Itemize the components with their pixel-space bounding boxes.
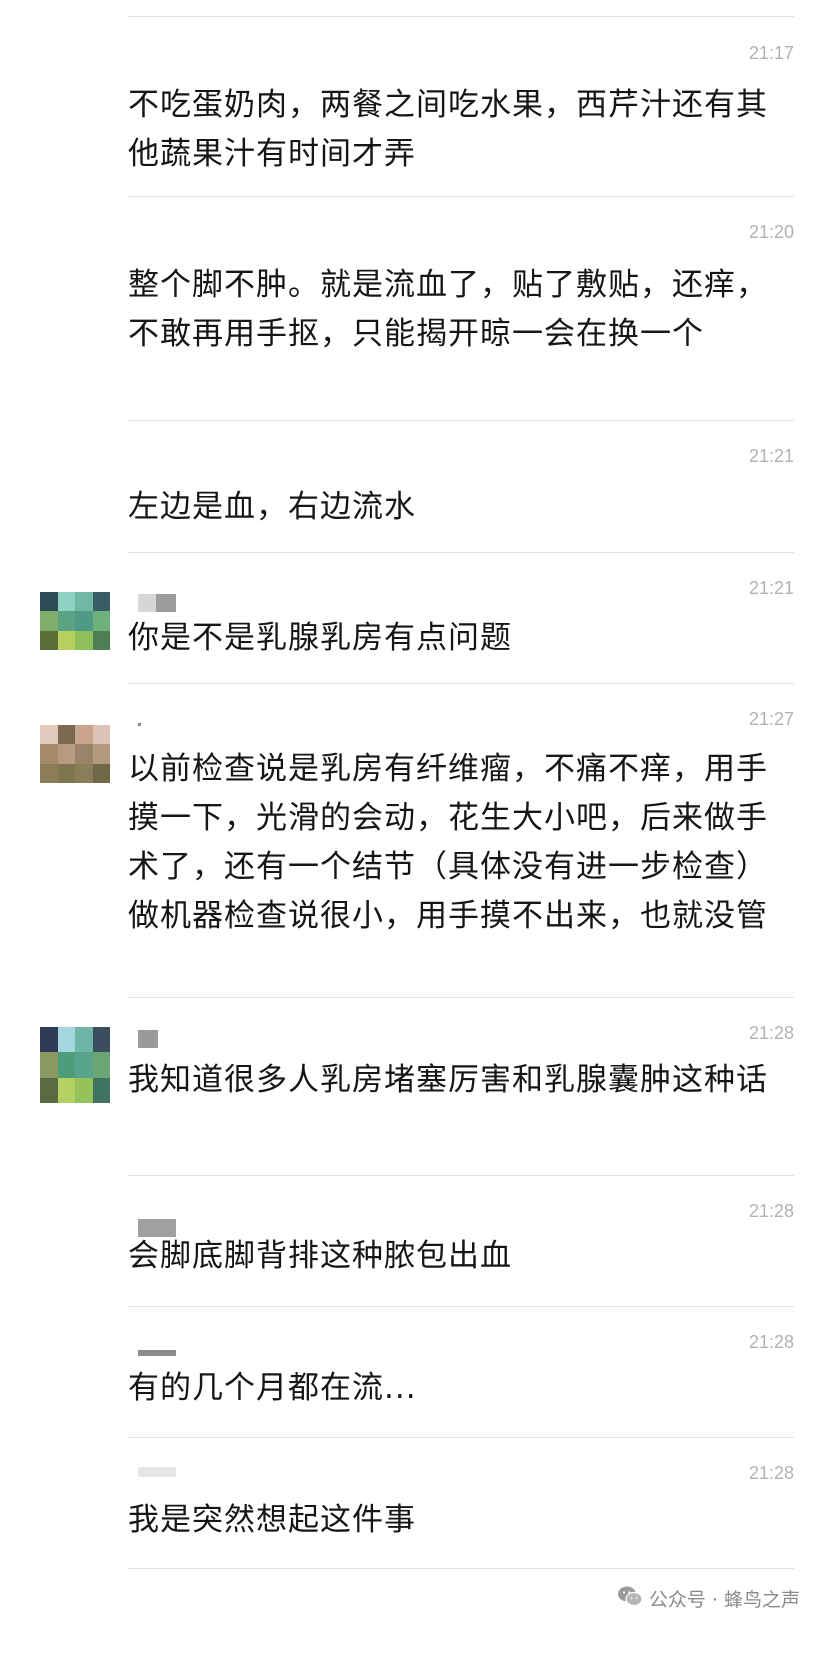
message-divider (128, 16, 794, 17)
message-divider (128, 1437, 794, 1438)
message-text: 以前检查说是乳房有纤维瘤，不痛不痒，用手摸一下，光滑的会动，花生大小吧，后来做手… (128, 751, 768, 934)
sender-name-redacted (138, 594, 176, 612)
message-time: 21:21 (748, 446, 794, 466)
message-text: 我知道很多人乳房堵塞厉害和乳腺囊肿这种话 (128, 1062, 768, 1098)
message-time: 21:17 (748, 43, 794, 63)
message-divider (128, 997, 794, 998)
message-text: 会脚底脚背排这种脓包出血 (128, 1238, 512, 1274)
message-text: 不吃蛋奶肉，两餐之间吃水果，西芹汁还有其他蔬果汁有时间才弄 (128, 87, 768, 172)
sender-name-redacted (138, 1467, 176, 1477)
sender-name-redacted (138, 1030, 158, 1048)
message-text: 有的几个月都在流... (128, 1370, 417, 1406)
message-time: 21:21 (748, 578, 794, 598)
message-time: 21:27 (748, 709, 794, 729)
sender-name-redacted (138, 1350, 176, 1356)
message-time: 21:28 (748, 1332, 794, 1352)
message-time: 21:20 (748, 222, 794, 242)
message-text: 我是突然想起这件事 (128, 1502, 416, 1538)
message-time: 21:28 (748, 1201, 794, 1221)
message-divider (128, 1568, 794, 1569)
message-divider (128, 552, 794, 553)
message-divider (128, 1175, 794, 1176)
message-text: 左边是血，右边流水 (128, 489, 416, 525)
watermark-text: 公众号 · 蜂鸟之声 (648, 1589, 800, 1611)
message-text: 整个脚不肿。就是流血了，贴了敷贴，还痒，不敢再用手抠，只能揭开晾一会在换一个 (128, 267, 768, 352)
sender-name-redacted (138, 723, 141, 726)
message-divider (128, 196, 794, 197)
message-divider (128, 420, 794, 421)
message-time: 21:28 (748, 1463, 794, 1483)
avatar[interactable] (40, 725, 110, 783)
message-divider (128, 683, 794, 684)
avatar[interactable] (40, 592, 110, 650)
message-time: 21:28 (748, 1023, 794, 1043)
watermark: 公众号 · 蜂鸟之声 (617, 1585, 800, 1612)
message-text: 你是不是乳腺乳房有点问题 (128, 620, 512, 656)
wechat-icon (617, 1585, 649, 1612)
chat-history: 21:17 不吃蛋奶肉，两餐之间吃水果，西芹汁还有其他蔬果汁有时间才弄 21:2… (0, 0, 828, 1654)
message-divider (128, 1306, 794, 1307)
avatar[interactable] (40, 1027, 110, 1103)
